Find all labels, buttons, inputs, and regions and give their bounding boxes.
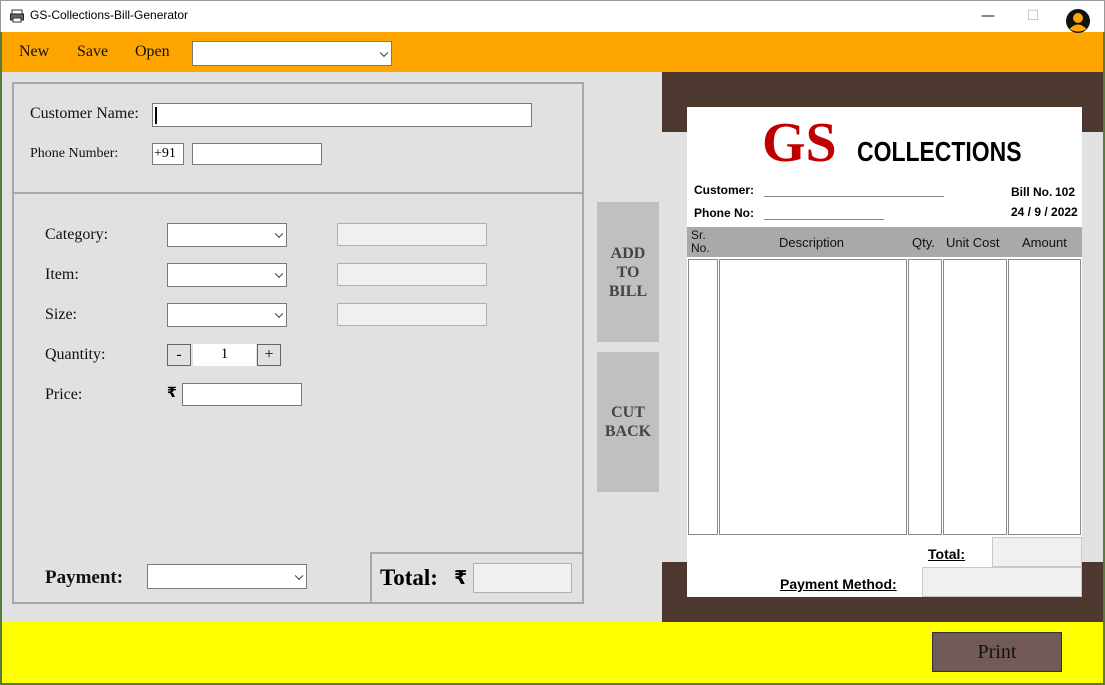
chevron-down-icon — [274, 229, 284, 239]
minimize-icon: — — [981, 8, 995, 24]
menu-new[interactable]: New — [19, 43, 49, 61]
chevron-down-icon — [294, 571, 304, 580]
customer-frame — [12, 82, 584, 194]
quantity-increment-button[interactable]: + — [257, 344, 281, 366]
bill-date: 24 / 9 / 2022 — [1011, 205, 1078, 219]
payment-label: Payment: — [45, 567, 124, 588]
brand-gs: GS — [762, 112, 837, 174]
bill-phone-label: Phone No: — [694, 206, 754, 220]
size-select[interactable] — [167, 303, 287, 327]
column-qty: Qty. — [912, 235, 935, 250]
bill-phone-line — [764, 219, 884, 220]
chevron-down-icon — [274, 309, 284, 319]
column-sr-no-list[interactable] — [688, 259, 718, 535]
maximize-icon: ☐ — [1026, 8, 1040, 24]
column-sr-no: Sr. No. — [691, 228, 710, 255]
size-display — [337, 303, 487, 326]
print-button[interactable]: Print — [932, 632, 1062, 672]
app-icon — [10, 9, 24, 23]
bill-payment-method-label: Payment Method: — [780, 576, 897, 592]
menu-save[interactable]: Save — [77, 43, 108, 61]
phone-number-label: Phone Number: — [30, 146, 119, 161]
window-title: GS-Collections-Bill-Generator — [30, 8, 189, 22]
category-select[interactable] — [167, 223, 287, 247]
text-cursor — [155, 107, 157, 124]
bill-number-label: Bill No. — [1011, 185, 1053, 199]
bill-number: 102 — [1055, 185, 1076, 199]
column-description-list[interactable] — [719, 259, 907, 535]
rupee-icon: ₹ — [167, 385, 177, 401]
cut-back-button[interactable]: CUT BACK — [597, 352, 659, 492]
price-label: Price: — [45, 386, 83, 403]
column-amount-list[interactable] — [1008, 259, 1081, 535]
chevron-down-icon — [379, 48, 389, 57]
price-input[interactable] — [182, 383, 302, 406]
column-qty-list[interactable] — [908, 259, 942, 535]
phone-number-input[interactable] — [192, 143, 322, 165]
size-label: Size: — [45, 306, 77, 323]
column-unit-cost: Unit Cost — [946, 235, 1000, 250]
bill-payment-method-display — [922, 567, 1082, 597]
user-icon[interactable] — [1065, 8, 1091, 34]
bill-total-label: Total: — [928, 546, 966, 562]
file-select[interactable] — [192, 41, 392, 66]
menu-open[interactable]: Open — [135, 43, 170, 61]
brand-collections: COLLECTIONS — [857, 136, 1022, 167]
chevron-down-icon — [274, 269, 284, 279]
quantity-decrement-button[interactable]: - — [167, 344, 191, 366]
column-amount: Amount — [1022, 235, 1067, 250]
total-rupee-icon: ₹ — [454, 567, 468, 589]
payment-select[interactable] — [147, 564, 307, 589]
bill-customer-line — [764, 196, 944, 197]
quantity-label: Quantity: — [45, 346, 106, 363]
customer-name-label: Customer Name: — [30, 105, 139, 122]
maximize-button[interactable]: ☐ — [1010, 0, 1056, 32]
total-display — [473, 563, 572, 593]
phone-prefix: +91 — [152, 143, 184, 165]
quantity-stepper[interactable]: 1 — [193, 344, 256, 366]
item-label: Item: — [45, 266, 79, 283]
column-unit-cost-list[interactable] — [943, 259, 1007, 535]
customer-name-input[interactable] — [152, 103, 532, 127]
bill-customer-label: Customer: — [694, 183, 755, 197]
item-display — [337, 263, 487, 286]
column-description: Description — [779, 235, 845, 250]
add-to-bill-button[interactable]: ADD TO BILL — [597, 202, 659, 342]
bill-total-display — [992, 537, 1082, 567]
minimize-button[interactable]: — — [965, 0, 1011, 32]
total-label: Total: — [380, 565, 438, 590]
category-display — [337, 223, 487, 246]
menu-bar: New Save Open — [2, 32, 1103, 72]
category-label: Category: — [45, 226, 109, 243]
item-select[interactable] — [167, 263, 287, 287]
